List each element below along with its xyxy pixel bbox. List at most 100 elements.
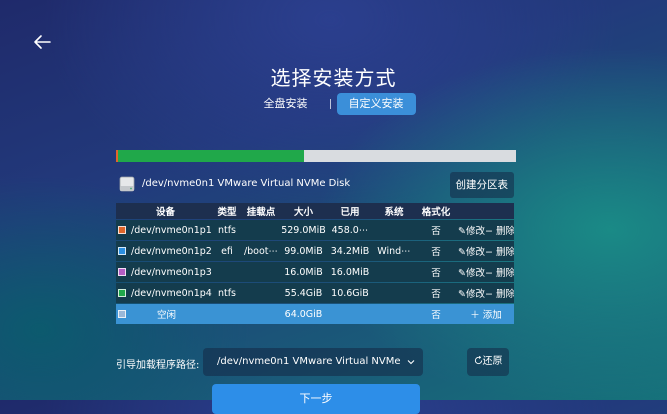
cell-device: /dev/nvme0n1p1: [116, 225, 213, 236]
cell-device: /dev/nvme0n1p3: [116, 267, 213, 278]
usage-segment: [118, 150, 304, 162]
bootloader-label: 引导加载程序路径:: [116, 360, 200, 371]
cell-device: /dev/nvme0n1p4: [116, 288, 213, 299]
cell-actions: ✎修改 − 删除: [458, 286, 514, 300]
partition-row[interactable]: /dev/nvme0n1p3 16.0MiB 16.0MiB 否 ✎修改 − 删…: [116, 262, 514, 282]
header-device: 设备: [155, 207, 175, 218]
edit-label: 修改: [465, 289, 485, 300]
header-used: 已用: [340, 207, 360, 218]
minus-icon: −: [484, 268, 496, 279]
cell-actions: ＋ 添加: [458, 307, 514, 321]
minus-icon: −: [484, 247, 496, 258]
cell-type: efi: [221, 245, 233, 257]
delete-partition-button[interactable]: − 删除: [485, 244, 514, 258]
device-name: /dev/nvme0n1p2: [131, 245, 212, 257]
cell-size: 16.0MiB: [284, 266, 323, 278]
delete-label: 删除: [495, 268, 514, 279]
partition-color-swatch: [118, 310, 126, 318]
minus-icon: −: [484, 226, 496, 237]
chevron-down-icon: [407, 360, 415, 365]
cell-format: 否: [431, 289, 441, 300]
partition-color-swatch: [118, 268, 126, 276]
partition-row[interactable]: /dev/nvme0n1p1 ntfs 529.0MiB 458.0⋯ 否 ✎修…: [116, 220, 514, 240]
edit-partition-button[interactable]: ✎修改: [458, 244, 485, 258]
tab-custom-install[interactable]: 自定义安装: [336, 93, 416, 115]
restore-icon: [474, 355, 482, 365]
cell-used: 458.0⋯: [331, 224, 369, 236]
delete-partition-button[interactable]: − 删除: [485, 286, 514, 300]
cell-size: 99.0MiB: [284, 245, 323, 257]
device-name: 空闲: [157, 310, 177, 321]
edit-partition-button[interactable]: ✎修改: [458, 265, 485, 279]
header-system: 系统: [384, 207, 404, 218]
partition-color-swatch: [118, 289, 126, 297]
cell-format: 否: [431, 268, 441, 279]
cell-device: 空闲: [116, 307, 213, 321]
delete-label: 删除: [495, 247, 514, 258]
disk-header: /dev/nvme0n1 VMware Virtual NVMe Disk 创建…: [116, 172, 516, 198]
cell-used: 34.2MiB: [330, 245, 370, 257]
pencil-icon: ✎: [458, 289, 466, 300]
cell-size: 64.0GiB: [284, 308, 323, 320]
cell-used: 10.6GiB: [331, 287, 369, 299]
create-partition-table-button[interactable]: 创建分区表: [449, 172, 514, 198]
cell-size: 55.4GiB: [284, 287, 323, 299]
cell-system: Wind⋯: [377, 245, 411, 257]
cell-format: 否: [431, 247, 441, 258]
device-name: /dev/nvme0n1p3: [131, 266, 212, 278]
header-format: 格式化: [421, 207, 451, 218]
restore-label: 还原: [482, 356, 503, 367]
delete-label: 删除: [495, 226, 514, 237]
partition-row[interactable]: 空闲 64.0GiB 否 ＋ 添加: [116, 304, 514, 324]
delete-label: 删除: [495, 289, 514, 300]
restore-button[interactable]: 还原: [467, 348, 509, 376]
edit-partition-button[interactable]: ✎修改: [458, 286, 485, 300]
partition-row[interactable]: /dev/nvme0n1p4 ntfs 55.4GiB 10.6GiB 否 ✎修…: [116, 283, 514, 303]
delete-partition-button[interactable]: − 删除: [485, 265, 514, 279]
add-partition-button[interactable]: ＋ 添加: [470, 307, 502, 321]
cell-format: 否: [431, 226, 441, 237]
back-button[interactable]: [30, 30, 54, 54]
cell-actions: ✎修改 − 删除: [458, 244, 514, 258]
cell-type: ntfs: [217, 224, 237, 236]
cell-used: 16.0MiB: [330, 266, 370, 278]
bootloader-select[interactable]: /dev/nvme0n1 VMware Virtual NVMe Disk: [203, 348, 423, 395]
device-name: /dev/nvme0n1p4: [131, 287, 212, 299]
partition-row[interactable]: /dev/nvme0n1p2 efi /boot⋯ 99.0MiB 34.2Mi…: [116, 241, 514, 261]
cell-type: ntfs: [217, 287, 237, 299]
pencil-icon: ✎: [458, 268, 466, 279]
cell-actions: ✎修改 − 删除: [458, 223, 514, 237]
tab-divider: [329, 99, 331, 109]
header-mount: 挂载点: [246, 207, 276, 218]
back-arrow-icon: [34, 35, 51, 49]
pencil-icon: ✎: [458, 247, 466, 258]
install-mode-tabs: 全盘安装 自定义安装: [0, 93, 667, 115]
disk-usage-bar: [116, 150, 516, 162]
cell-device: /dev/nvme0n1p2: [116, 246, 213, 257]
disk-name: /dev/nvme0n1 VMware Virtual NVMe Disk: [142, 178, 351, 189]
page-title: 选择安装方式: [270, 66, 397, 90]
hard-disk-icon: [119, 176, 135, 192]
delete-partition-button[interactable]: − 删除: [485, 223, 514, 237]
edit-label: 修改: [465, 247, 485, 258]
cell-mount: /boot⋯: [243, 245, 279, 257]
minus-icon: −: [484, 289, 496, 300]
pencil-icon: ✎: [458, 226, 466, 237]
device-name: /dev/nvme0n1p1: [131, 224, 212, 236]
partition-table: 设备 类型 挂载点 大小 已用 系统 格式化 /dev/nvme0n1p1 nt…: [116, 203, 514, 324]
usage-segment: [304, 150, 516, 162]
partition-color-swatch: [118, 226, 126, 234]
header-size: 大小: [293, 207, 313, 218]
next-button[interactable]: 下一步: [212, 384, 420, 414]
cell-actions: ✎修改 − 删除: [458, 265, 514, 279]
edit-partition-button[interactable]: ✎修改: [458, 223, 485, 237]
edit-label: 修改: [465, 226, 485, 237]
partition-color-swatch: [118, 247, 126, 255]
add-label: 添加: [482, 310, 502, 321]
edit-label: 修改: [465, 268, 485, 279]
cell-size: 529.0MiB: [281, 224, 326, 236]
header-type: 类型: [217, 207, 237, 218]
tab-full-disk-install[interactable]: 全盘安装: [252, 93, 320, 115]
table-header: 设备 类型 挂载点 大小 已用 系统 格式化: [116, 203, 514, 219]
cell-format: 否: [431, 310, 441, 321]
